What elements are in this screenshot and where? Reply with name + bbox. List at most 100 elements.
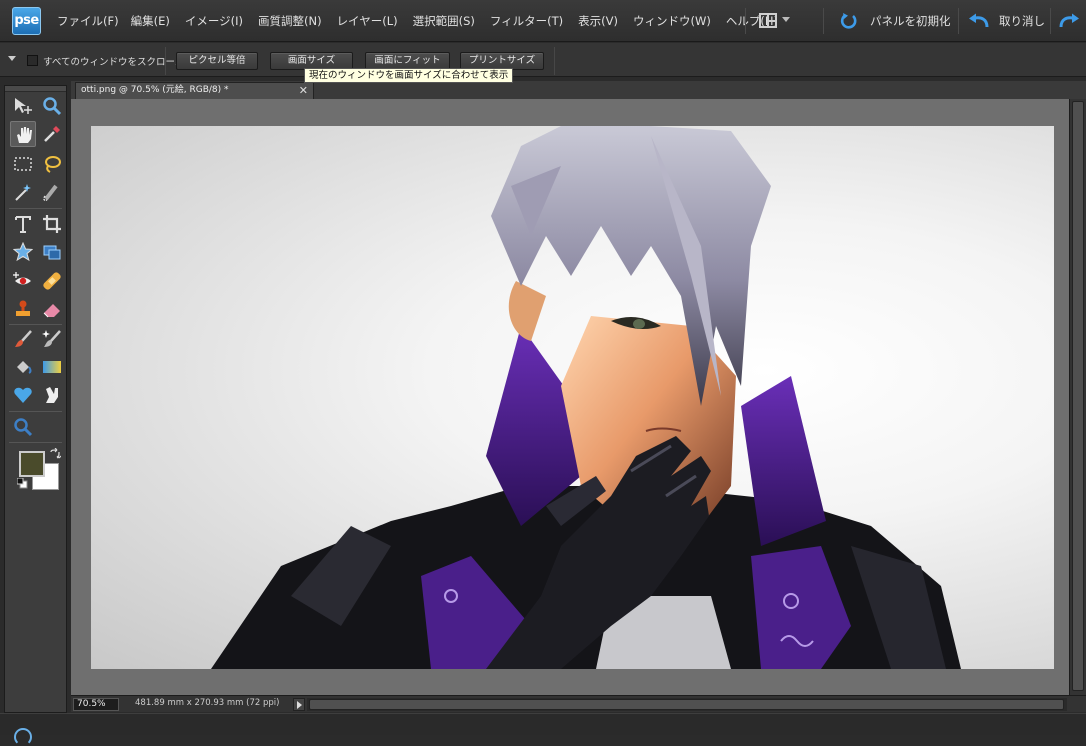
menu-bar: pse ファイル(F) 編集(E) イメージ(I) 画質調整(N) レイヤー(L… — [0, 0, 1086, 42]
tooltip: 現在のウィンドウを画面サイズに合わせて表示 — [304, 68, 514, 83]
crop-icon — [43, 215, 61, 233]
bandage-icon — [43, 272, 61, 290]
menubar-separator — [958, 8, 959, 34]
options-separator — [165, 47, 166, 75]
brush-tool[interactable] — [10, 326, 36, 352]
magic-wand-tool[interactable] — [10, 179, 36, 205]
app-logo[interactable]: pse — [12, 7, 41, 35]
gradient-tool[interactable] — [39, 354, 65, 380]
smart-brush-icon — [42, 330, 61, 347]
toolbox — [4, 85, 67, 713]
layout-icon[interactable] — [759, 13, 777, 28]
menu-view[interactable]: 表示(V) — [578, 13, 618, 29]
eye-icon — [13, 272, 31, 285]
menu-layer[interactable]: レイヤー(L) — [337, 13, 398, 29]
crop-tool[interactable] — [39, 211, 65, 237]
reset-panels-button[interactable]: パネルを初期化 — [840, 11, 951, 31]
menubar-separator — [1050, 8, 1051, 34]
foreground-color-swatch[interactable] — [19, 451, 45, 477]
zoom-tool[interactable] — [39, 93, 65, 119]
magnifier-icon — [43, 97, 62, 116]
move-tool[interactable] — [10, 93, 36, 119]
menubar-separator — [745, 8, 746, 34]
menu-enhance[interactable]: 画質調整(N) — [258, 13, 322, 29]
document-size-info: 481.89 mm x 270.93 mm (72 ppi) — [135, 698, 280, 708]
undo-button[interactable]: 取り消し — [968, 11, 1045, 31]
vertical-scroll-thumb[interactable] — [1072, 101, 1084, 691]
toolbox-divider — [9, 442, 62, 443]
heart-icon — [14, 387, 32, 403]
toolbox-divider — [9, 208, 62, 209]
eyedropper-icon — [44, 126, 60, 142]
paint-bucket-icon — [17, 361, 32, 374]
cookie-cutter-tool[interactable] — [10, 239, 36, 265]
menu-window[interactable]: ウィンドウ(W) — [633, 13, 711, 29]
redo-icon[interactable] — [1058, 13, 1080, 29]
menubar-separator — [823, 8, 824, 34]
chevron-down-icon[interactable] — [782, 17, 790, 22]
document-tab-title: otti.png @ 70.5% (元絵, RGB/8) * — [81, 85, 229, 95]
document-tab-bar: otti.png @ 70.5% (元絵, RGB/8) * ✕ — [71, 81, 1086, 99]
document-status-bar: 70.5% 481.89 mm x 270.93 mm (72 ppi) — [71, 695, 1086, 712]
status-menu-arrow-icon[interactable] — [293, 698, 305, 711]
document-tab[interactable]: otti.png @ 70.5% (元絵, RGB/8) * ✕ — [75, 82, 314, 99]
recompose-icon — [43, 245, 61, 260]
close-icon[interactable]: ✕ — [299, 83, 308, 98]
menu-select[interactable]: 選択範囲(S) — [413, 13, 475, 29]
menu-edit[interactable]: 編集(E) — [131, 13, 170, 29]
options-separator — [554, 47, 555, 75]
stamp-icon — [16, 300, 30, 316]
eraser-icon — [43, 304, 60, 318]
zoom-tool-secondary[interactable] — [10, 414, 36, 440]
reset-panels-label: パネルを初期化 — [870, 14, 951, 28]
menu-file[interactable]: ファイル(F) — [57, 13, 119, 29]
document-window — [71, 99, 1069, 695]
type-icon — [15, 216, 31, 233]
menu-image[interactable]: イメージ(I) — [185, 13, 243, 29]
tool-options-bar: すべてのウィンドウをスクロール ピクセル等倍 画面サイズ 画面にフィット プリン… — [0, 43, 1086, 77]
lasso-tool[interactable] — [39, 151, 65, 177]
portrait-image — [211, 126, 961, 669]
move-icon — [15, 98, 32, 114]
marquee-tool[interactable] — [10, 151, 36, 177]
red-eye-tool[interactable] — [10, 268, 36, 294]
quick-selection-icon — [43, 184, 58, 201]
horizontal-scroll-thumb[interactable] — [309, 699, 1064, 710]
recompose-tool[interactable] — [39, 239, 65, 265]
magic-wand-icon — [15, 184, 31, 201]
star-icon — [13, 242, 33, 262]
type-tool[interactable] — [10, 211, 36, 237]
scroll-all-windows-label: すべてのウィンドウをスクロール — [43, 57, 185, 68]
zoom-level-field[interactable]: 70.5% — [73, 698, 119, 711]
default-colors-icon[interactable] — [17, 478, 28, 489]
paint-bucket-tool[interactable] — [10, 354, 36, 380]
magnifier-icon — [14, 418, 33, 437]
shape-tool[interactable] — [10, 382, 36, 408]
vertical-scrollbar[interactable] — [1069, 99, 1086, 695]
project-bin-icon[interactable] — [14, 728, 32, 746]
actual-pixels-button[interactable]: ピクセル等倍 — [176, 52, 258, 70]
spot-healing-tool[interactable] — [39, 268, 65, 294]
tool-preset-arrow-icon[interactable] — [8, 56, 16, 61]
eraser-tool[interactable] — [39, 296, 65, 322]
hand-icon — [17, 127, 32, 143]
smudge-tool[interactable] — [39, 382, 65, 408]
project-bin-bar — [0, 713, 1086, 746]
clone-stamp-tool[interactable] — [10, 296, 36, 322]
smudge-icon — [46, 387, 58, 403]
hand-tool[interactable] — [10, 121, 36, 147]
brush-icon — [15, 330, 32, 347]
toolbox-grip[interactable] — [5, 86, 66, 92]
scroll-all-windows-checkbox[interactable] — [27, 55, 38, 66]
image-canvas[interactable] — [91, 126, 1054, 669]
swap-colors-icon[interactable] — [49, 448, 61, 460]
eyedropper-tool[interactable] — [39, 121, 65, 147]
smart-brush-tool[interactable] — [39, 326, 65, 352]
gradient-icon — [43, 361, 61, 373]
menu-items: ファイル(F) 編集(E) イメージ(I) 画質調整(N) レイヤー(L) 選択… — [57, 0, 793, 42]
menu-filter[interactable]: フィルター(T) — [490, 13, 563, 29]
lasso-icon — [45, 156, 61, 173]
quick-selection-tool[interactable] — [39, 179, 65, 205]
marquee-icon — [14, 157, 32, 171]
horizontal-scrollbar[interactable] — [307, 698, 1067, 711]
